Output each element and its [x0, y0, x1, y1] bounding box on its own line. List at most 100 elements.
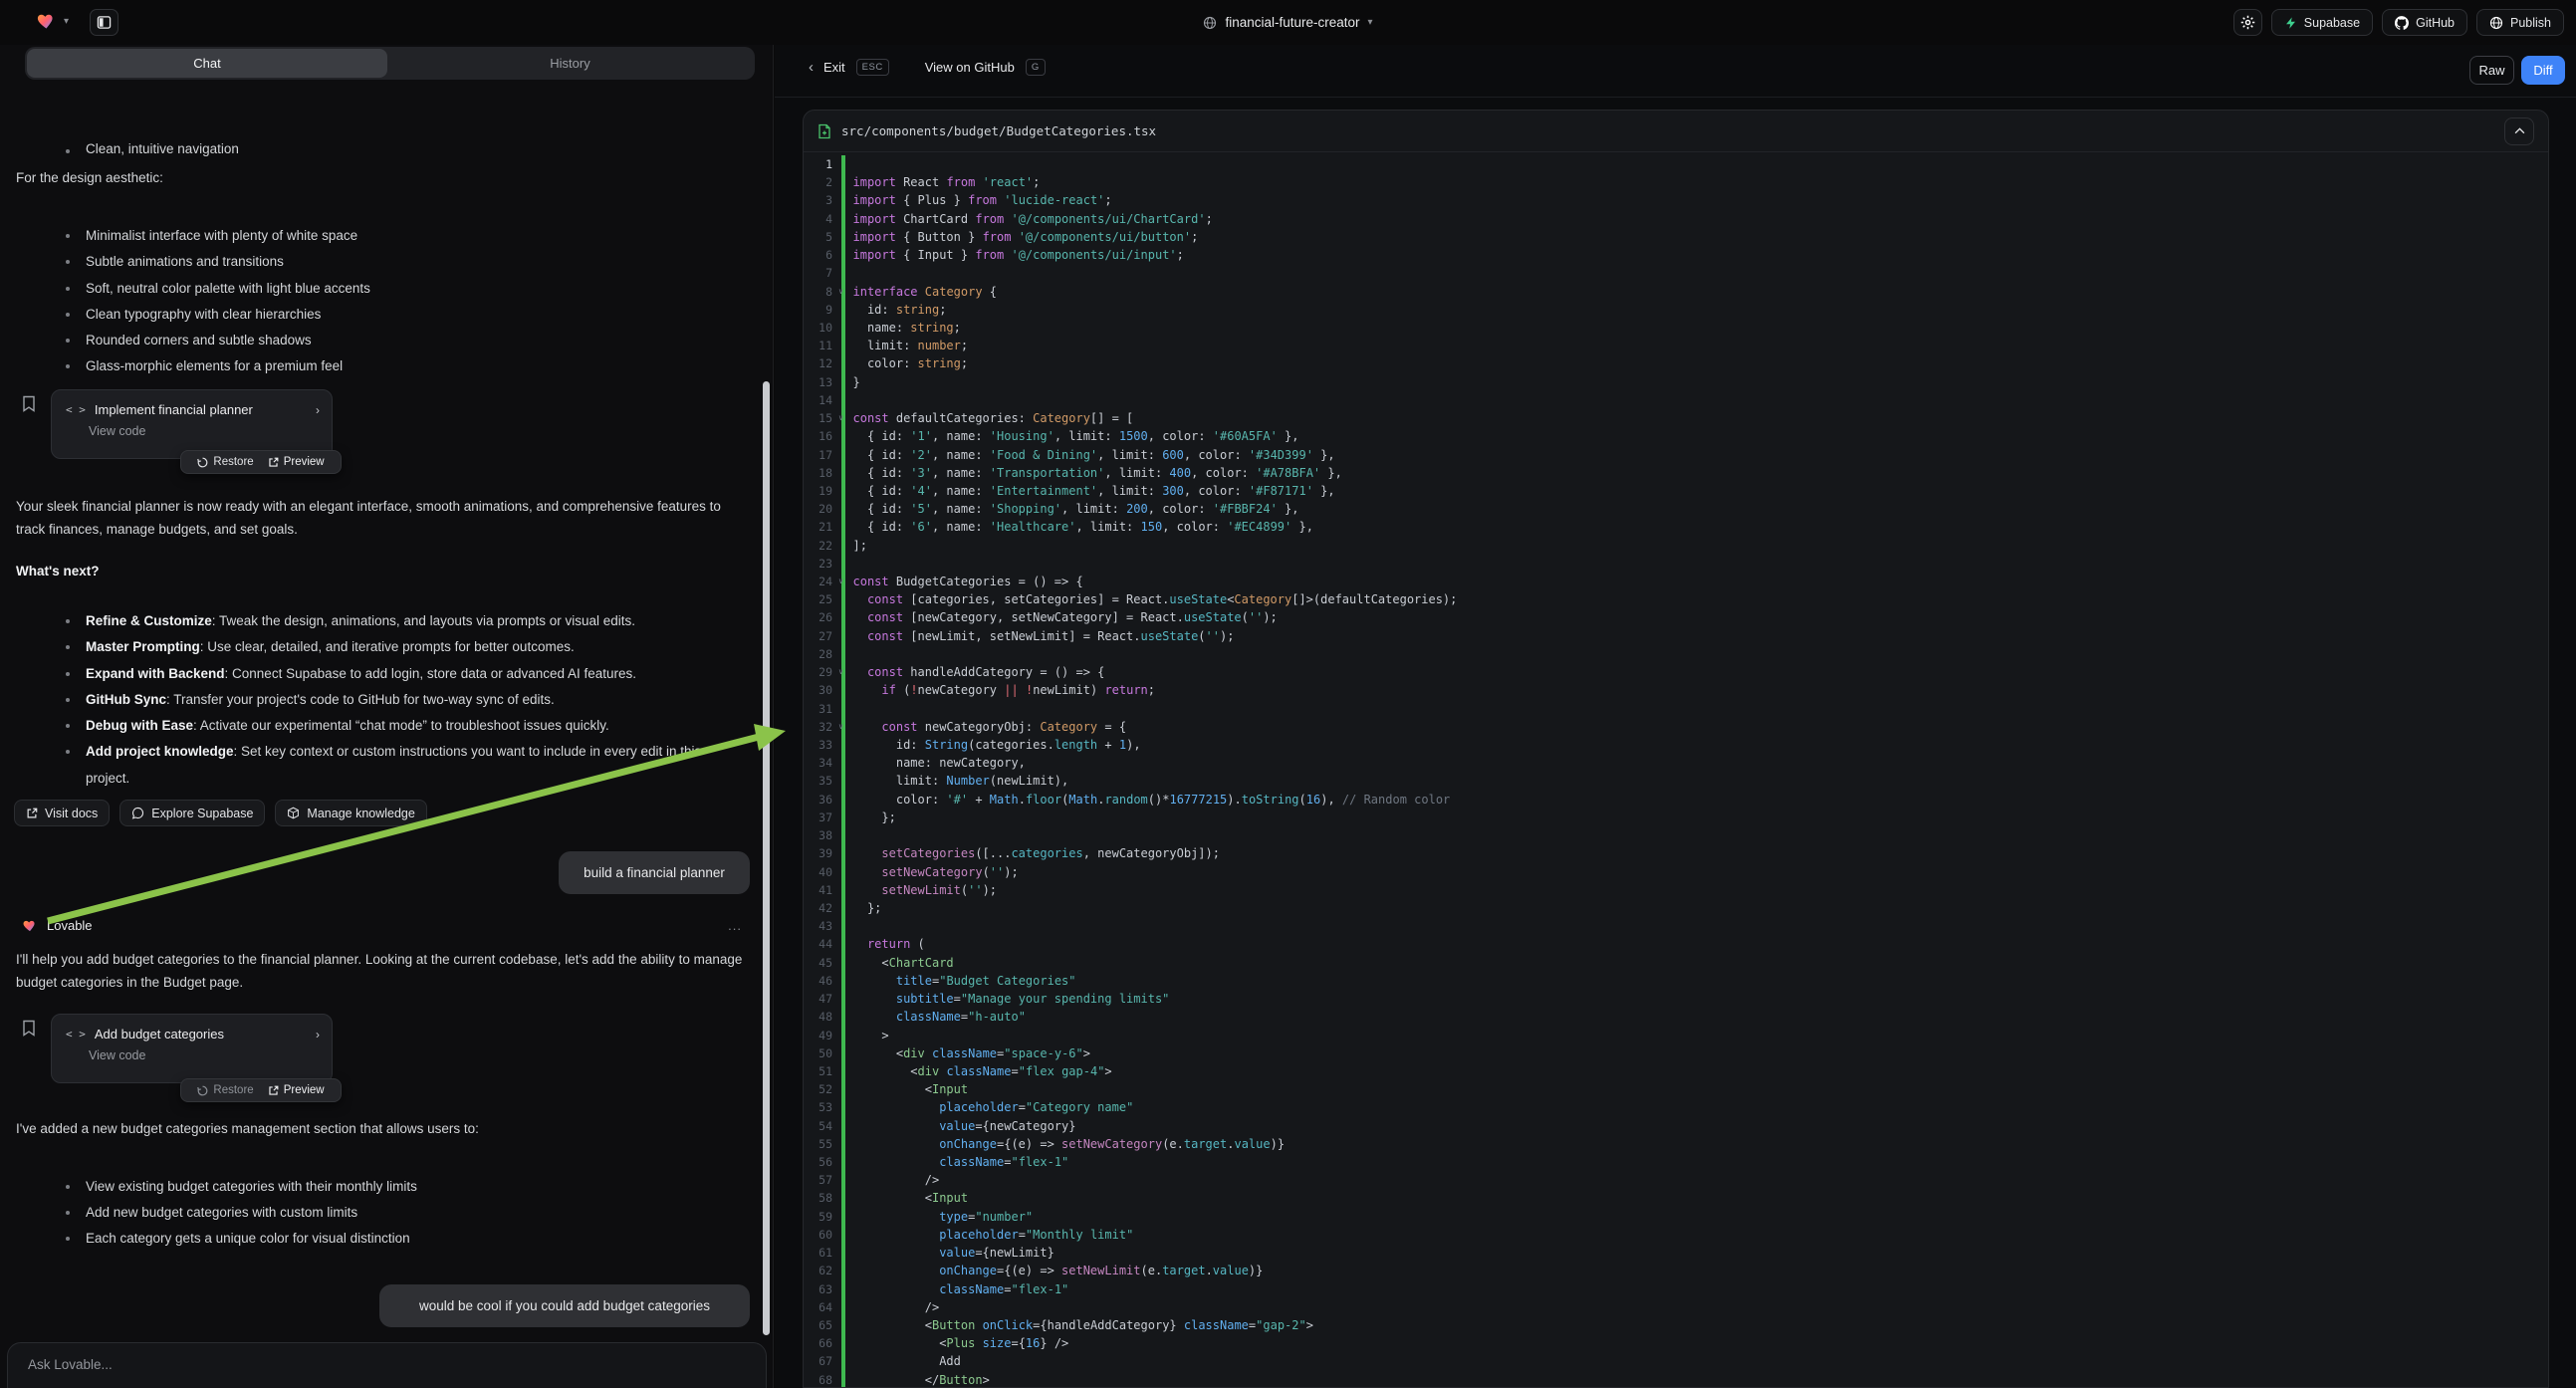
assistant-header: Lovable ...	[22, 918, 742, 933]
list-item: Glass-morphic elements for a premium fee…	[56, 353, 743, 379]
bookmark-icon[interactable]	[22, 395, 36, 412]
tab-chat[interactable]: Chat	[27, 49, 387, 78]
message-menu-button[interactable]: ...	[728, 918, 742, 933]
bookmark-icon[interactable]	[22, 1020, 36, 1037]
version-card-add-budget-categories[interactable]: < > Add budget categories › View code	[51, 1014, 333, 1083]
code-line: 11 limit: number;	[804, 337, 2548, 354]
github-button[interactable]: GitHub	[2382, 9, 2467, 36]
code-line: 41 setNewLimit('');	[804, 881, 2548, 899]
chevron-up-icon	[2514, 127, 2525, 134]
code-line: 10 name: string;	[804, 319, 2548, 337]
tab-history[interactable]: History	[387, 47, 753, 80]
top-bar: ▾ financial-future-creator ▾	[0, 0, 2576, 45]
fold-chevron-icon[interactable]: ∨	[838, 718, 843, 736]
external-link-icon	[268, 457, 279, 468]
assistant-name: Lovable	[47, 918, 93, 933]
fold-chevron-icon[interactable]: ∨	[838, 663, 843, 681]
chevron-left-icon: ‹	[809, 59, 814, 76]
project-switcher[interactable]: financial-future-creator ▾	[0, 0, 2576, 45]
restore-preview-toolbar: Restore Preview	[180, 1078, 342, 1102]
publish-globe-icon	[2489, 16, 2503, 30]
version-card-title: Implement financial planner	[95, 402, 307, 417]
code-line: 29∨ const handleAddCategory = () => {	[804, 663, 2548, 681]
preview-button[interactable]: Preview	[268, 456, 325, 468]
fold-chevron-icon[interactable]: ∨	[838, 283, 843, 301]
publish-label: Publish	[2510, 16, 2551, 30]
code-line: 28	[804, 645, 2548, 663]
exit-button[interactable]: ‹ Exit	[809, 59, 845, 76]
code-line: 36 color: '#' + Math.floor(Math.random()…	[804, 791, 2548, 809]
code-line: 50 <div className="space-y-6">	[804, 1044, 2548, 1062]
g-key-badge: G	[1026, 59, 1046, 76]
fold-chevron-icon[interactable]: ∨	[838, 409, 843, 427]
list-item: Expand with Backend: Connect Supabase to…	[56, 661, 743, 687]
file-header[interactable]: src/components/budget/BudgetCategories.t…	[804, 111, 2548, 152]
version-card-implement-financial-planner[interactable]: < > Implement financial planner › View c…	[51, 389, 333, 459]
chevron-right-icon: ›	[316, 403, 320, 417]
settings-button[interactable]	[2233, 9, 2262, 36]
view-code-link[interactable]: View code	[52, 417, 332, 438]
file-path: src/components/budget/BudgetCategories.t…	[841, 123, 1156, 138]
manage-knowledge-button[interactable]: Manage knowledge	[275, 800, 426, 826]
restore-preview-toolbar: Restore Preview	[180, 450, 342, 474]
view-code-link[interactable]: View code	[52, 1041, 332, 1062]
code-line: 40 setNewCategory('');	[804, 863, 2548, 881]
code-line: 15∨const defaultCategories: Category[] =…	[804, 409, 2548, 427]
globe-icon	[1203, 16, 1217, 30]
publish-button[interactable]: Publish	[2476, 9, 2564, 36]
list-item: Subtle animations and transitions	[56, 249, 743, 275]
package-icon	[287, 807, 300, 819]
collapse-file-button[interactable]	[2504, 117, 2534, 145]
gear-icon	[2240, 15, 2255, 30]
code-line: 43	[804, 917, 2548, 935]
code-editor[interactable]: 12import React from 'react';3import { Pl…	[804, 152, 2548, 1387]
list-item: Refine & Customize: Tweak the design, an…	[56, 608, 743, 634]
visit-docs-button[interactable]: Visit docs	[14, 800, 110, 826]
list-item: Clean typography with clear hierarchies	[56, 302, 743, 328]
design-heading: For the design aesthetic:	[16, 166, 743, 189]
view-on-github-button[interactable]: View on GitHub	[925, 60, 1015, 75]
code-line: 51 <div className="flex gap-4">	[804, 1062, 2548, 1080]
code-line: 38	[804, 826, 2548, 844]
code-line: 46 title="Budget Categories"	[804, 972, 2548, 990]
preview-button[interactable]: Preview	[268, 1084, 325, 1096]
user-message: would be cool if you could add budget ca…	[379, 1284, 750, 1327]
code-line: 19 { id: '4', name: 'Entertainment', lim…	[804, 482, 2548, 500]
list-item: Master Prompting: Use clear, detailed, a…	[56, 634, 743, 660]
code-line: 31	[804, 700, 2548, 718]
fold-chevron-icon[interactable]: ∨	[838, 573, 843, 590]
code-line: 1	[804, 155, 2548, 173]
version-card-title: Add budget categories	[95, 1027, 307, 1041]
raw-toggle-button[interactable]: Raw	[2469, 56, 2514, 85]
code-line: 47 subtitle="Manage your spending limits…	[804, 990, 2548, 1008]
code-line: 5import { Button } from '@/components/ui…	[804, 228, 2548, 246]
supabase-button[interactable]: Supabase	[2271, 9, 2373, 36]
code-line: 53 placeholder="Category name"	[804, 1098, 2548, 1116]
code-line: 59 type="number"	[804, 1208, 2548, 1226]
restore-button[interactable]: Restore	[197, 1084, 253, 1096]
list-item: View existing budget categories with the…	[56, 1174, 743, 1200]
restore-button[interactable]: Restore	[197, 456, 253, 468]
code-line: 35 limit: Number(newLimit),	[804, 772, 2548, 790]
code-line: 22];	[804, 537, 2548, 555]
list-item: Debug with Ease: Activate our experiment…	[56, 713, 743, 739]
external-link-icon	[26, 808, 38, 819]
quick-actions: Visit docs Explore Supabase Manage knowl…	[14, 800, 427, 826]
code-line: 61 value={newLimit}	[804, 1244, 2548, 1262]
code-line: 25 const [categories, setCategories] = R…	[804, 590, 2548, 608]
user-message: build a financial planner	[559, 851, 750, 894]
code-line: 18 { id: '3', name: 'Transportation', li…	[804, 464, 2548, 482]
chevron-right-icon: ›	[316, 1028, 320, 1041]
list-item: Rounded corners and subtle shadows	[56, 328, 743, 353]
code-line: 12 color: string;	[804, 354, 2548, 372]
design-bullet-list: Minimalist interface with plenty of whit…	[16, 223, 743, 380]
chat-input[interactable]	[26, 1355, 723, 1385]
github-icon	[2395, 16, 2409, 30]
chat-scrollbar[interactable]	[763, 381, 770, 1335]
explore-supabase-button[interactable]: Explore Supabase	[119, 800, 265, 826]
code-line: 6import { Input } from '@/components/ui/…	[804, 246, 2548, 264]
code-line: 30 if (!newCategory || !newLimit) return…	[804, 681, 2548, 699]
list-item: Soft, neutral color palette with light b…	[56, 276, 743, 302]
diff-toggle-button[interactable]: Diff	[2521, 56, 2565, 85]
code-line: 49 >	[804, 1027, 2548, 1044]
